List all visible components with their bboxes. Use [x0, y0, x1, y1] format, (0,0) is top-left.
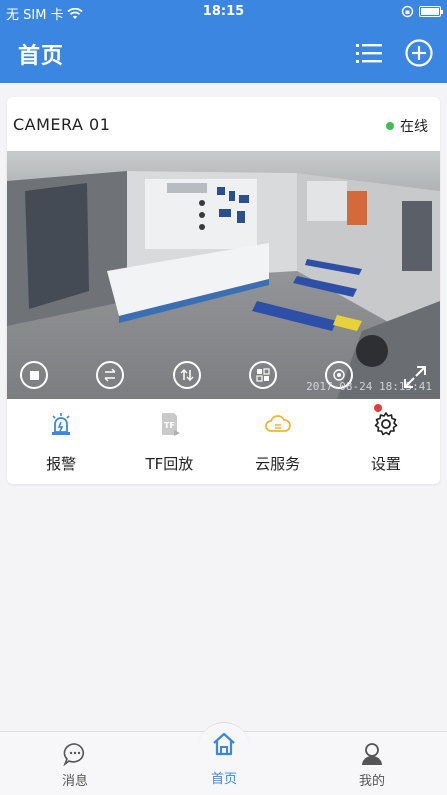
camera-actions: 报警 TF TF回放 云服务 设置	[7, 401, 440, 481]
message-icon	[63, 743, 85, 767]
settings-action[interactable]: 设置	[332, 401, 440, 481]
flip-button[interactable]	[173, 361, 201, 389]
list-icon[interactable]	[354, 38, 384, 68]
swap-horizontal-icon	[104, 368, 116, 382]
video-preview[interactable]: 2017-08-24 18:15:41	[7, 151, 440, 399]
tab-profile[interactable]: 我的	[322, 732, 422, 795]
stop-icon	[29, 370, 39, 380]
camera-name: CAMERA 01	[13, 115, 111, 134]
cloud-service-label: 云服务	[255, 455, 301, 473]
stop-button[interactable]	[20, 361, 48, 389]
multi-view-button[interactable]	[249, 361, 277, 389]
fullscreen-icon[interactable]	[402, 364, 428, 390]
home-icon	[213, 732, 235, 756]
gear-icon	[374, 412, 398, 436]
cloud-service-action[interactable]: 云服务	[224, 401, 332, 481]
app-header: 无 SIM 卡 18:15 首页	[0, 0, 447, 83]
tab-profile-label: 我的	[358, 774, 385, 789]
sd-card-icon: TF	[162, 413, 181, 436]
add-device-icon[interactable]	[404, 38, 434, 68]
tf-playback-label: TF回放	[145, 455, 194, 473]
camera-card: CAMERA 01 在线 2017-08-24 18:15:41 报警 TF T…	[7, 97, 440, 484]
alarm-action[interactable]: 报警	[7, 401, 115, 481]
status-time: 18:15	[202, 4, 245, 19]
settings-label: 设置	[370, 455, 401, 473]
online-status: 在线	[386, 116, 428, 136]
status-bar: 无 SIM 卡 18:15	[0, 3, 447, 23]
cloud-icon	[264, 415, 291, 432]
status-label: 在线	[400, 119, 428, 135]
tab-home-label: 首页	[210, 772, 237, 787]
status-dot	[386, 122, 394, 130]
bottom-tab-bar: 消息 首页 我的	[0, 722, 447, 795]
switch-stream-button[interactable]	[96, 361, 124, 389]
svg-text:TF: TF	[164, 421, 175, 430]
multi-screen-icon	[256, 368, 270, 382]
user-icon	[362, 743, 382, 765]
alarm-label: 报警	[46, 455, 77, 473]
tab-messages-label: 消息	[61, 774, 88, 789]
page-title: 首页	[18, 44, 65, 69]
battery-icon	[419, 6, 443, 17]
orientation-lock-icon	[401, 5, 414, 18]
swap-vertical-icon	[180, 368, 194, 382]
tab-messages[interactable]: 消息	[25, 732, 125, 795]
tab-home[interactable]: 首页	[174, 732, 274, 795]
tf-playback-action[interactable]: TF TF回放	[115, 401, 223, 481]
camera-scene-image	[7, 151, 440, 399]
alarm-icon	[52, 413, 71, 435]
